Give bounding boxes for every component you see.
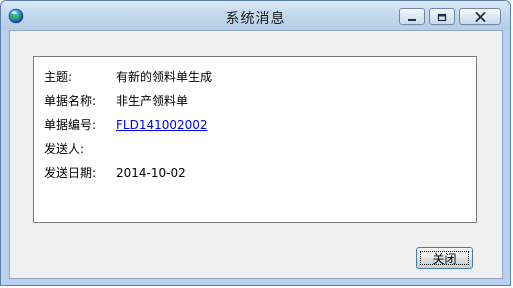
doc-name-label: 单据名称: <box>44 94 97 108</box>
dialog-body: 主题: 有新的领料单生成 单据名称: 非生产领料单 单据编号: FLD14100… <box>9 30 503 279</box>
message-panel: 主题: 有新的领料单生成 单据名称: 非生产领料单 单据编号: FLD14100… <box>33 56 477 223</box>
close-icon <box>475 7 486 26</box>
close-button-label: 关闭 <box>420 251 469 266</box>
minimize-button[interactable] <box>399 8 425 25</box>
minimize-icon <box>407 7 417 26</box>
doc-number-link[interactable]: FLD141002002 <box>116 117 208 133</box>
message-dialog: 系统消息 主题: 有新的领料单生成 单据名称: 非生产领料单 单据编号: FLD… <box>0 0 511 286</box>
doc-number-label: 单据编号: <box>44 118 97 132</box>
subject-label: 主题: <box>44 70 73 84</box>
title-bar[interactable]: 系统消息 <box>1 1 510 30</box>
close-window-button[interactable] <box>459 8 501 25</box>
caption-buttons <box>399 8 501 25</box>
send-date-label: 发送日期: <box>44 166 97 180</box>
subject-value: 有新的领料单生成 <box>116 70 213 84</box>
doc-name-value: 非生产领料单 <box>116 94 189 108</box>
send-date-value: 2014-10-02 <box>116 166 186 180</box>
close-button[interactable]: 关闭 <box>416 247 473 269</box>
sender-label: 发送人: <box>44 142 85 156</box>
maximize-button[interactable] <box>429 8 455 25</box>
maximize-icon <box>437 7 447 26</box>
